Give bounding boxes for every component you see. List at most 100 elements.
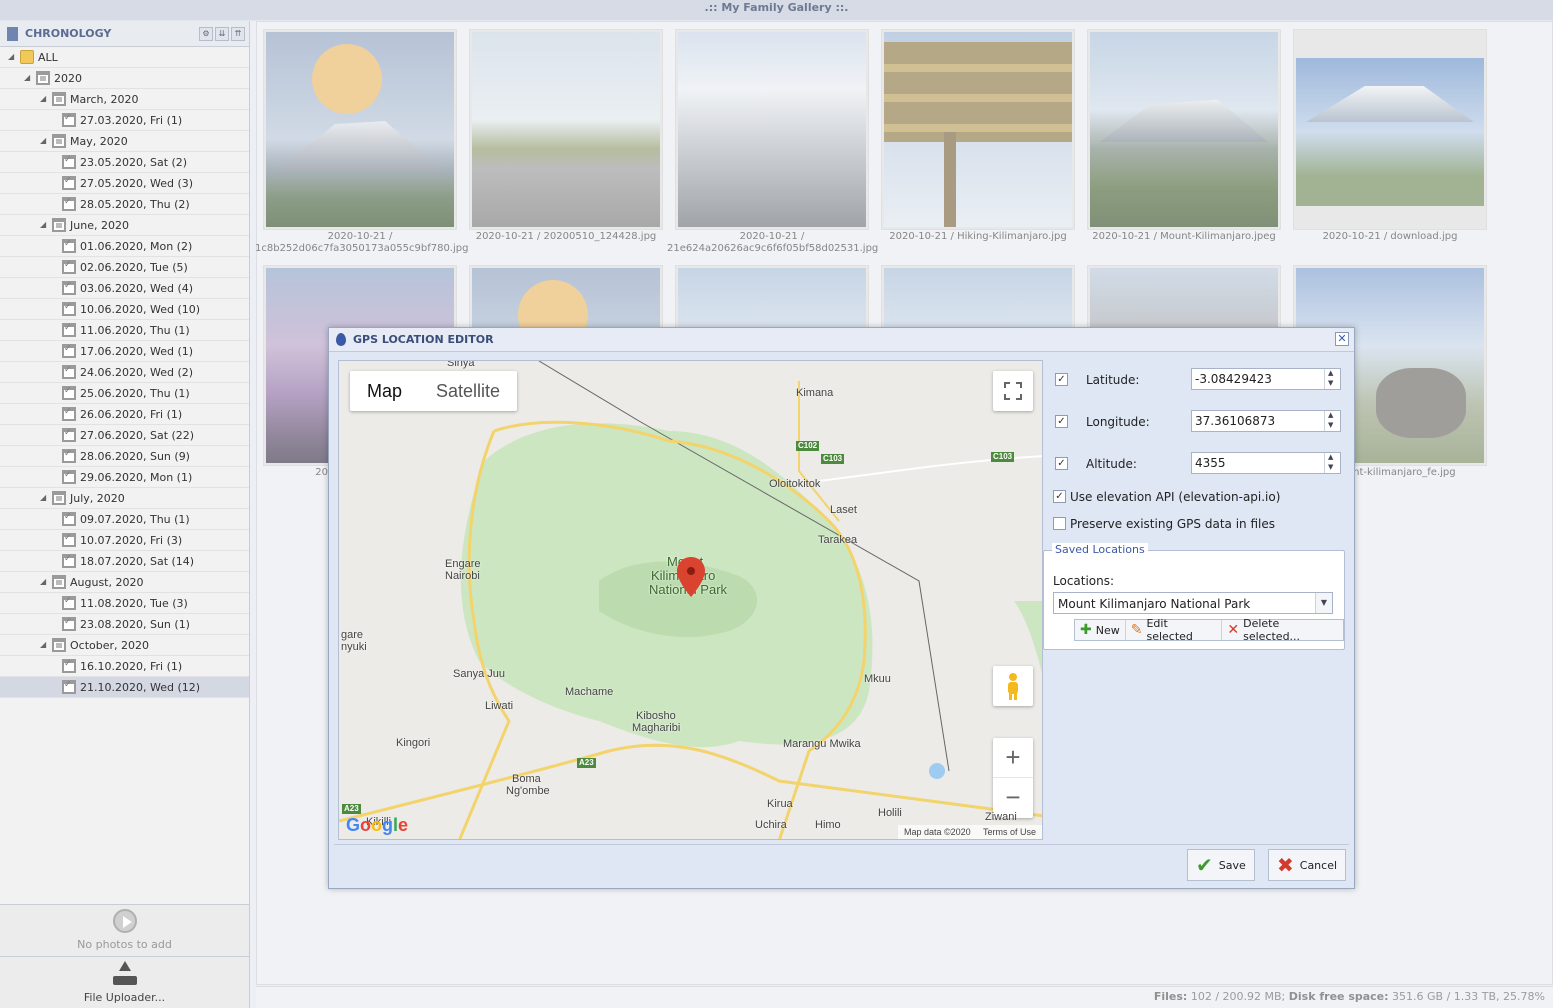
tree-node[interactable]: 10.06.2020, Wed (10) (0, 299, 249, 320)
calendar-check-icon (62, 239, 76, 253)
tree-node[interactable]: ◢ August, 2020 (0, 572, 249, 593)
tree-node[interactable]: 17.06.2020, Wed (1) (0, 341, 249, 362)
tree-node[interactable]: 21.10.2020, Wed (12) (0, 677, 249, 698)
tree-node-label: March, 2020 (70, 92, 139, 106)
tree-node-label: 27.05.2020, Wed (3) (80, 176, 194, 190)
latitude-checkbox[interactable]: ✓ (1055, 373, 1068, 386)
longitude-stepper-icon[interactable] (1324, 411, 1340, 431)
new-location-button[interactable]: ✚ New (1075, 620, 1126, 640)
road-shield: A23 (342, 804, 361, 814)
google-logo: Google (346, 815, 409, 835)
use-elevation-checkbox[interactable]: ✓ (1053, 490, 1066, 503)
longitude-value: 37.36106873 (1195, 414, 1276, 428)
latitude-label: Latitude: (1086, 373, 1140, 387)
tree-node[interactable]: ◢ 2020 (0, 68, 249, 89)
delete-selected-label: Delete selected... (1243, 617, 1301, 643)
street-view-pegman[interactable] (993, 666, 1033, 706)
chevron-down-icon[interactable]: ▼ (1315, 593, 1332, 613)
tree-node-label: 24.06.2020, Wed (2) (80, 365, 194, 379)
calendar-check-icon (62, 617, 76, 631)
expand-arrow-icon[interactable]: ◢ (24, 74, 32, 82)
map-place-label: Machame (565, 686, 614, 698)
tree-node[interactable]: 18.07.2020, Sat (14) (0, 551, 249, 572)
fullscreen-button[interactable] (993, 371, 1033, 411)
expand-arrow-icon[interactable]: ◢ (40, 221, 48, 229)
tree-node[interactable]: 23.08.2020, Sun (1) (0, 614, 249, 635)
altitude-stepper-icon[interactable] (1324, 453, 1340, 473)
tree-node[interactable]: 16.10.2020, Fri (1) (0, 656, 249, 677)
edit-selected-button[interactable]: ✎ Edit selected (1126, 617, 1223, 643)
file-uploader-button[interactable]: File Uploader... (0, 956, 249, 1008)
latitude-input[interactable]: -3.08429423 (1191, 368, 1341, 390)
tree-node[interactable]: 11.08.2020, Tue (3) (0, 593, 249, 614)
save-button[interactable]: ✔ Save (1187, 849, 1255, 881)
chronology-sidebar: CHRONOLOGY ⚙ ⇊ ⇈ ◢ ALL ◢ 2020 ◢ March, 2020 27… (0, 21, 250, 1008)
tree-node[interactable]: 27.06.2020, Sat (22) (0, 425, 249, 446)
expand-arrow-icon[interactable]: ◢ (40, 494, 48, 502)
expand-arrow-icon[interactable]: ◢ (40, 578, 48, 586)
calendar-check-icon (62, 281, 76, 295)
slideshow-label: No photos to add (77, 938, 172, 951)
map-place-label: Sinya (447, 360, 475, 369)
tree-node[interactable]: 23.05.2020, Sat (2) (0, 152, 249, 173)
tree-node-label: 02.06.2020, Tue (5) (80, 260, 188, 274)
tree-node[interactable]: 24.06.2020, Wed (2) (0, 362, 249, 383)
longitude-input[interactable]: 37.36106873 (1191, 410, 1341, 432)
tree-node[interactable]: ◢ June, 2020 (0, 215, 249, 236)
zoom-in-button[interactable]: + (993, 738, 1033, 778)
tree-node[interactable]: 10.07.2020, Fri (3) (0, 530, 249, 551)
tree-node[interactable]: 03.06.2020, Wed (4) (0, 278, 249, 299)
tree-node[interactable]: 26.06.2020, Fri (1) (0, 404, 249, 425)
tree-node[interactable]: 25.06.2020, Thu (1) (0, 383, 249, 404)
map-place-label: Ng'ombe (506, 785, 550, 797)
altitude-checkbox[interactable]: ✓ (1055, 457, 1068, 470)
expand-arrow-icon[interactable]: ◢ (40, 641, 48, 649)
tree-node[interactable]: 02.06.2020, Tue (5) (0, 257, 249, 278)
checkmark-icon: ✔ (1196, 853, 1213, 877)
preserve-gps-label: Preserve existing GPS data in files (1070, 517, 1275, 531)
terms-of-use-link[interactable]: Terms of Use (983, 827, 1036, 837)
settings-icon[interactable]: ⚙ (199, 26, 213, 41)
calendar-check-icon (62, 365, 76, 379)
tree-node[interactable]: 09.07.2020, Thu (1) (0, 509, 249, 530)
tree-node-label: 10.07.2020, Fri (3) (80, 533, 183, 547)
expand-arrow-icon[interactable]: ◢ (40, 95, 48, 103)
tree-node[interactable]: 27.05.2020, Wed (3) (0, 173, 249, 194)
map-type-map-button[interactable]: Map (350, 371, 419, 411)
tree-node[interactable]: 29.06.2020, Mon (1) (0, 467, 249, 488)
tree-node[interactable]: ◢ March, 2020 (0, 89, 249, 110)
preserve-gps-checkbox[interactable] (1053, 517, 1066, 530)
close-button[interactable]: ✕ (1335, 332, 1349, 346)
tree-node[interactable]: 28.06.2020, Sun (9) (0, 446, 249, 467)
calendar-check-icon (62, 386, 76, 400)
map-type-satellite-button[interactable]: Satellite (419, 371, 517, 411)
locations-selected-value: Mount Kilimanjaro National Park (1058, 597, 1251, 611)
locations-select[interactable]: Mount Kilimanjaro National Park ▼ (1053, 592, 1333, 614)
tree-node[interactable]: 11.06.2020, Thu (1) (0, 320, 249, 341)
latitude-stepper-icon[interactable] (1324, 369, 1340, 389)
location-marker-icon[interactable] (677, 557, 705, 599)
edit-selected-label: Edit selected (1146, 617, 1193, 643)
expand-arrow-icon[interactable]: ◢ (8, 53, 16, 61)
altitude-label: Altitude: (1086, 457, 1137, 471)
tree-node[interactable]: ◢ October, 2020 (0, 635, 249, 656)
expand-arrow-icon[interactable]: ◢ (40, 137, 48, 145)
tree-node[interactable]: 01.06.2020, Mon (2) (0, 236, 249, 257)
tree-node[interactable]: 27.03.2020, Fri (1) (0, 110, 249, 131)
tree-node[interactable]: ◢ ALL (0, 47, 249, 68)
tree-node[interactable]: ◢ July, 2020 (0, 488, 249, 509)
collapse-all-icon[interactable]: ⇈ (231, 26, 245, 41)
map-view[interactable]: Map Satellite + − Sinya Kimana Oloitokitok… (338, 360, 1043, 840)
cancel-button[interactable]: ✖ Cancel (1268, 849, 1347, 881)
expand-all-icon[interactable]: ⇊ (215, 26, 229, 41)
delete-selected-button[interactable]: ✕ Delete selected... (1222, 617, 1343, 643)
map-place-label: Magharibi (632, 722, 681, 734)
use-elevation-label: Use elevation API (elevation-api.io) (1070, 490, 1281, 504)
locations-label: Locations: (1053, 574, 1115, 588)
tree-node[interactable]: 28.05.2020, Thu (2) (0, 194, 249, 215)
altitude-input[interactable]: 4355 (1191, 452, 1341, 474)
tree-node[interactable]: ◢ May, 2020 (0, 131, 249, 152)
tree-node-label: May, 2020 (70, 134, 128, 148)
longitude-checkbox[interactable]: ✓ (1055, 415, 1068, 428)
lake (929, 763, 945, 779)
